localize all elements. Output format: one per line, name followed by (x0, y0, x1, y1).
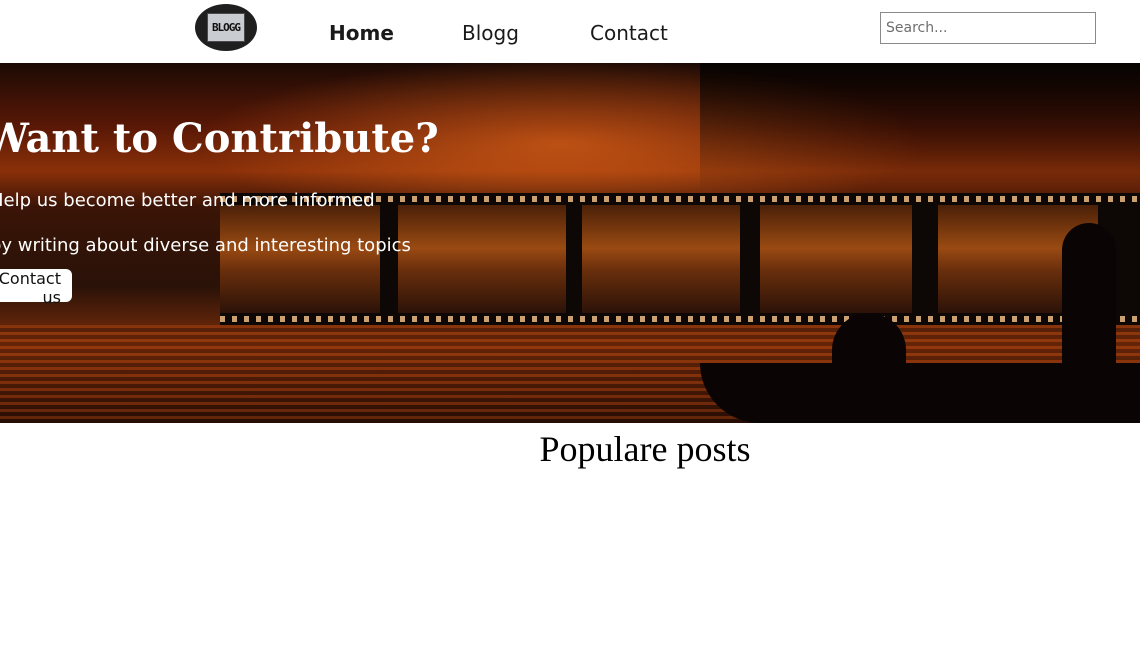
film-frame (582, 205, 740, 313)
standing-person-silhouette (1062, 223, 1116, 373)
hero-sky (700, 63, 1140, 193)
film-frame (220, 205, 380, 313)
film-strip-image (220, 193, 1140, 325)
film-frame (760, 205, 912, 313)
site-header: BLOGG Home Blogg Contact (0, 0, 1140, 63)
hero-banner: Want to Contribute? Help us become bette… (0, 63, 1140, 423)
hero-text-line-2: by writing about diverse and interesting… (0, 235, 411, 256)
hero-text-line-1: Help us become better and more informed (0, 190, 375, 211)
nav-home-link[interactable]: Home (329, 18, 394, 48)
nav-blogg-link[interactable]: Blogg (462, 18, 519, 48)
search-input[interactable] (880, 12, 1096, 44)
contact-us-button[interactable]: Contact us (0, 269, 72, 307)
film-frame (398, 205, 566, 313)
section-title: Populare posts (539, 429, 751, 469)
film-perforations-bottom (220, 316, 1140, 322)
logo-text: BLOGG (207, 13, 245, 42)
nav-contact-link[interactable]: Contact (590, 18, 668, 48)
site-logo[interactable]: BLOGG (195, 4, 257, 51)
hero-title: Want to Contribute? (0, 115, 439, 162)
